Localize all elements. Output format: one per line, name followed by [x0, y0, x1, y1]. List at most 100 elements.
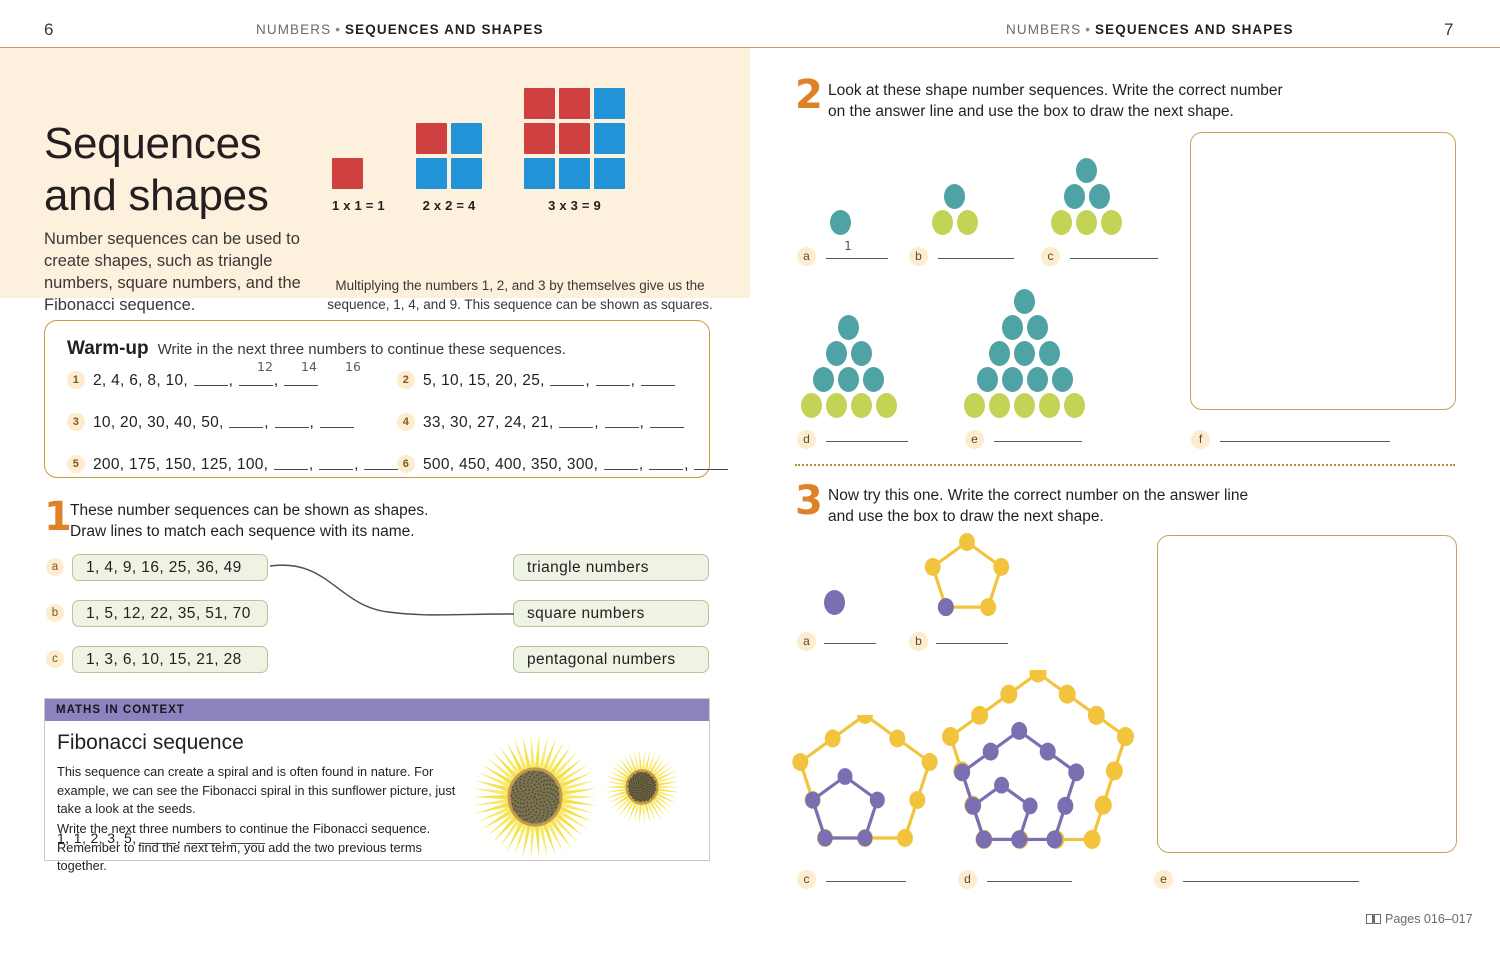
warmup-blank[interactable] [694, 457, 729, 470]
square-diagram-2-label: 2 x 2 = 4 [422, 198, 476, 213]
warmup-blank[interactable] [640, 373, 675, 386]
answer3-letter-d: d [958, 870, 977, 889]
pentagon-dot [857, 715, 873, 724]
dot [989, 393, 1010, 418]
pentagon-dot [1105, 761, 1123, 781]
dot [825, 393, 847, 418]
dot [1101, 210, 1122, 235]
square-cell [416, 123, 447, 154]
square-cell [559, 123, 590, 154]
warmup-blank[interactable] [649, 415, 684, 428]
warmup-blank[interactable] [274, 415, 309, 428]
match-drawn-line [269, 564, 515, 616]
answer3-letter-c: c [797, 870, 816, 889]
pentagon-dot [982, 742, 999, 761]
warmup-item-number: 5 [67, 455, 85, 473]
right-runhead-section: NUMBERS [1006, 22, 1082, 37]
pentagon-stage-3 [792, 715, 938, 847]
exercise-1-instruction-line1: These number sequences can be shown as s… [70, 502, 429, 519]
pentagon-dot [869, 791, 885, 809]
sequence-box-c[interactable]: 1, 3, 6, 10, 15, 21, 28 [72, 646, 268, 673]
answer3-line-a[interactable] [824, 643, 876, 644]
square-diagram-1-label: 1 x 1 = 1 [332, 198, 385, 213]
warmup-blank[interactable] [229, 415, 264, 428]
dot [1026, 367, 1048, 392]
name-box[interactable]: triangle numbers [513, 554, 709, 581]
pentagon-dot [896, 829, 913, 847]
sequence-box-a[interactable]: 1, 4, 9, 16, 25, 36, 49 [72, 554, 268, 581]
pentagon-dot [837, 768, 853, 785]
warmup-row: 6 500, 450, 400, 350, 300, , , [397, 455, 729, 474]
warmup-blank[interactable] [319, 415, 354, 428]
square-diagram-1: 1 x 1 = 1 [332, 158, 385, 213]
pentagon-dot [1068, 763, 1085, 782]
pentagon-stage-4 [942, 670, 1134, 849]
fibonacci-blank-2[interactable] [186, 831, 221, 844]
answer3-line-d[interactable] [987, 881, 1072, 882]
warmup-blank[interactable] [319, 457, 354, 470]
dot [800, 393, 822, 418]
pentagon-dot [1046, 830, 1063, 849]
sequence-box-b[interactable]: 1, 5, 12, 22, 35, 51, 70 [72, 600, 268, 627]
right-running-head: NUMBERS • SEQUENCES AND SHAPES [1006, 22, 1294, 37]
warmup-blank[interactable] [603, 457, 638, 470]
pentagon-dot [1057, 796, 1074, 815]
warmup-header: Warm-up Write in the next three numbers t… [67, 338, 566, 360]
square-cell [451, 158, 482, 189]
exercise-2-instruction-line1: Look at these shape number sequences. Wr… [828, 82, 1283, 99]
square-cell [594, 123, 625, 154]
pentagon-dot [942, 727, 960, 747]
name-box[interactable]: square numbers [513, 600, 709, 627]
warmup-panel: Warm-up Write in the next three numbers t… [44, 320, 729, 478]
answer-a-handwritten: 1 [844, 238, 852, 253]
exercise-3-draw-box[interactable] [1157, 535, 1457, 853]
match-letter-c: c [46, 650, 64, 668]
square-cell [594, 88, 625, 119]
warmup-item-number: 4 [397, 413, 415, 431]
open-book-icon [1366, 914, 1381, 924]
pentagon-dot [993, 557, 1010, 576]
exercise-2-draw-box[interactable] [1190, 132, 1456, 410]
section-divider [795, 464, 1455, 466]
warmup-blank[interactable] [193, 373, 228, 386]
warmup-blank[interactable] [595, 373, 630, 386]
dot [850, 341, 872, 366]
warmup-sequence: 200, 175, 150, 125, 100, [93, 456, 273, 473]
warmup-blank[interactable] [284, 373, 319, 386]
answer-line-f[interactable] [1220, 441, 1390, 442]
fibonacci-answer-row[interactable]: 1, 1, 2, 3, 5, , , [57, 830, 266, 846]
right-header-rule [750, 47, 1500, 48]
pentagon-dot [792, 753, 809, 771]
answer-letter-f: f [1191, 430, 1210, 449]
pentagon-dot [971, 705, 989, 725]
answer3-line-e[interactable] [1183, 881, 1359, 882]
square-cell [559, 88, 590, 119]
dot [1039, 393, 1060, 418]
dot [956, 210, 978, 235]
fibonacci-blank-3[interactable] [231, 831, 266, 844]
warmup-blank[interactable] [238, 373, 273, 386]
pentagon-dot [1029, 670, 1047, 683]
answer-line-b[interactable] [938, 258, 1014, 259]
warmup-blank[interactable] [550, 373, 585, 386]
exercise-2-number: 2 [795, 72, 823, 118]
name-box[interactable]: pentagonal numbers [513, 646, 709, 673]
fibonacci-blank-1[interactable] [141, 831, 176, 844]
exercise-3-number: 3 [795, 478, 823, 524]
warmup-blank[interactable] [649, 457, 684, 470]
pentagon-dot [1011, 831, 1027, 848]
warmup-blank[interactable] [273, 457, 308, 470]
warmup-blank[interactable] [364, 457, 399, 470]
warmup-blank[interactable] [604, 415, 639, 428]
answer-line-d[interactable] [826, 441, 908, 442]
warmup-row: 3 10, 20, 30, 40, 50, , , [67, 413, 355, 432]
answer3-line-b[interactable] [936, 643, 1008, 644]
answer-line-e[interactable] [994, 441, 1082, 442]
answer-line-a[interactable] [826, 258, 888, 259]
dot [989, 341, 1010, 366]
pentagon-dot [805, 791, 821, 809]
warmup-item-number: 1 [67, 371, 85, 389]
answer3-line-c[interactable] [826, 881, 906, 882]
warmup-blank[interactable] [559, 415, 594, 428]
answer-line-c[interactable] [1070, 258, 1158, 259]
